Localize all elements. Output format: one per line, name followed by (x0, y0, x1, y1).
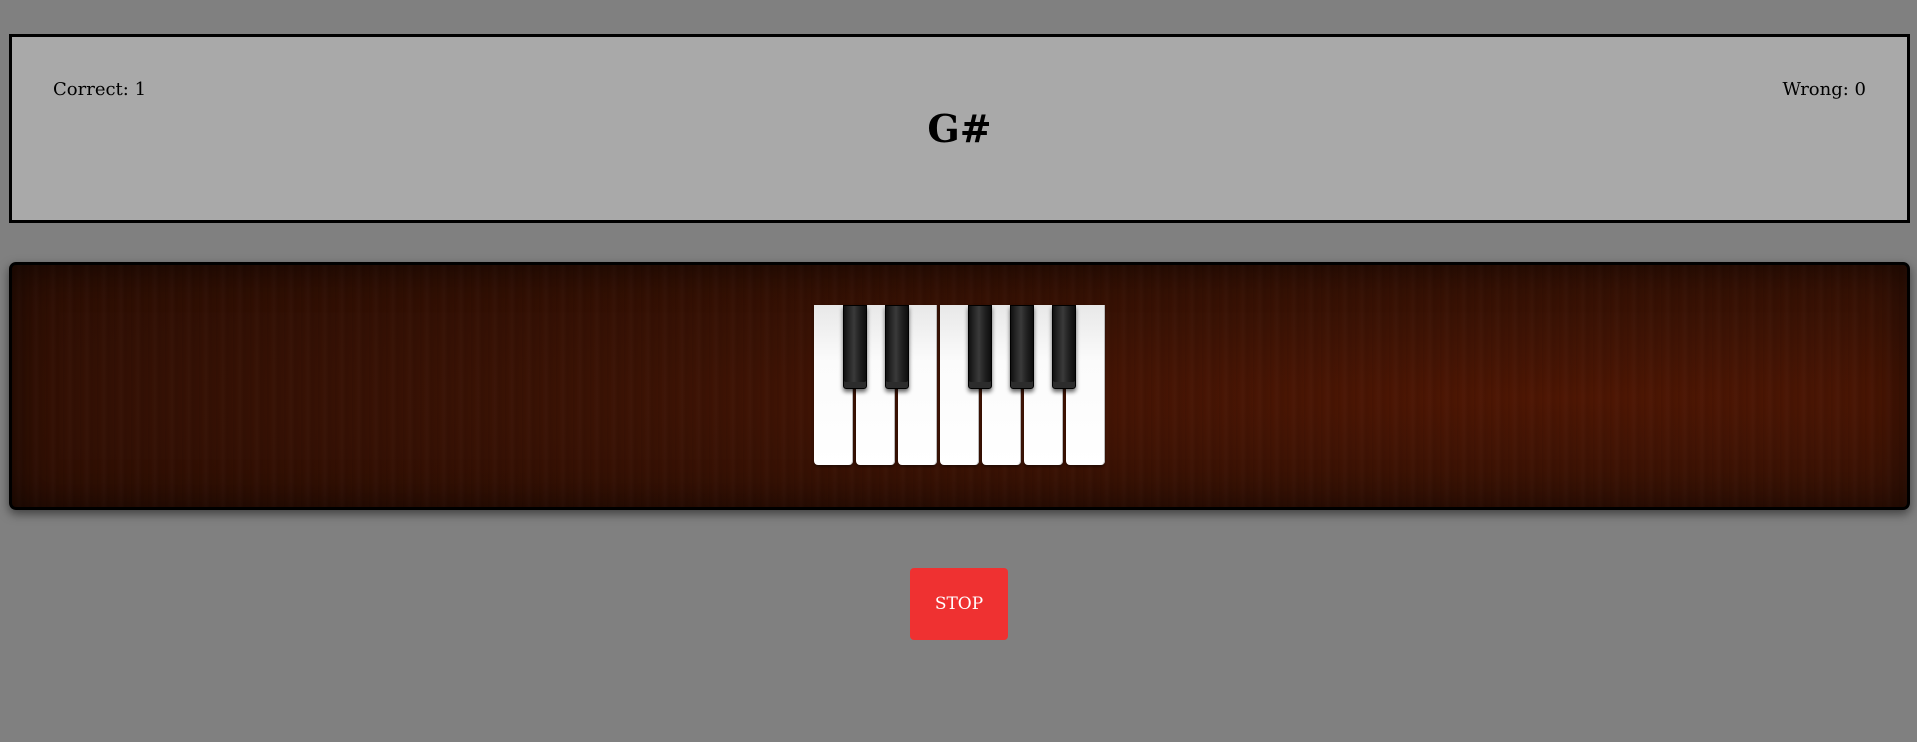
black-key-c-sharp[interactable] (843, 305, 867, 389)
correct-count: Correct: 1 (53, 79, 147, 100)
black-key-a-sharp[interactable] (1052, 305, 1076, 389)
wrong-count: Wrong: 0 (1782, 79, 1867, 100)
stop-button[interactable]: STOP (910, 568, 1008, 640)
current-note: G# (927, 106, 992, 151)
scoreboard: Correct: 1 G# Wrong: 0 (9, 34, 1910, 223)
black-key-f-sharp[interactable] (968, 305, 992, 389)
black-key-d-sharp[interactable] (885, 305, 909, 389)
piano-board (9, 262, 1910, 510)
black-key-g-sharp[interactable] (1010, 305, 1034, 389)
piano-keyboard (814, 305, 1106, 467)
